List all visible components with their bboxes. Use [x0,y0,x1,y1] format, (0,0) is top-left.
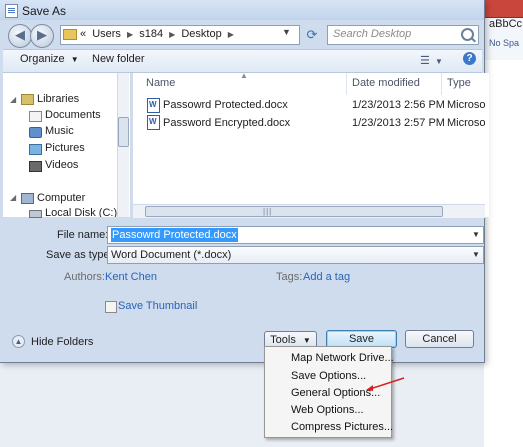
dialog-titlebar [0,0,484,20]
expand-arrow-icon[interactable]: ◢ [10,193,16,202]
sidebar-item-music[interactable]: Music [45,125,74,137]
disk-icon [29,210,42,218]
breadcrumb-overflow[interactable]: « [80,28,86,40]
forward-button[interactable]: ▶ [30,24,54,48]
column-header-type[interactable]: Type [447,77,471,89]
background-style-gallery-text: aBbCc [489,18,523,30]
forward-arrow-icon: ▶ [37,27,47,42]
scroll-grip-icon: ||| [263,207,273,216]
breadcrumb-item-desktop[interactable]: Desktop [181,28,221,40]
document-icon [5,4,18,18]
chevron-down-icon: ▼ [70,55,79,64]
menu-item-web-options[interactable]: Web Options... [291,404,364,416]
table-row-date: 1/23/2013 2:56 PM [352,99,445,111]
new-folder-button[interactable]: New folder [92,53,145,65]
folder-icon [63,29,77,40]
documents-icon [29,111,42,122]
file-name-value[interactable]: Passowrd Protected.docx [111,228,238,242]
save-thumbnail-label[interactable]: Save Thumbnail [118,300,197,312]
sort-ascending-icon: ▲ [240,71,248,80]
address-dropdown-icon[interactable]: ▼ [282,27,291,37]
chevron-down-icon: ▼ [434,57,443,66]
authors-label: Authors: [64,271,105,283]
column-separator[interactable] [441,73,442,95]
sidebar-item-videos[interactable]: Videos [45,159,78,171]
save-as-type-label: Save as type: [46,249,113,261]
menu-item-map-network-drive[interactable]: Map Network Drive... [291,352,394,364]
table-row-type: Microsoft [447,99,485,111]
help-icon[interactable]: ? [463,52,476,65]
organize-label: Organize [20,53,65,65]
breadcrumb-item-users[interactable]: Users [92,28,121,40]
breadcrumb-separator: ▶ [126,30,134,39]
change-view-button[interactable]: ☰ ▼ [420,54,443,67]
column-header-name[interactable]: Name [146,77,175,89]
expand-arrow-icon[interactable]: ◢ [10,95,16,104]
background-close-button[interactable] [484,0,523,18]
navigation-scroll-thumb[interactable] [118,117,129,147]
search-placeholder: Search Desktop [333,28,412,40]
tools-label: Tools [270,334,296,346]
sidebar-item-libraries[interactable]: Libraries [37,93,79,105]
tags-label: Tags: [276,271,303,283]
chevron-down-icon[interactable]: ▼ [472,230,480,239]
word-document-icon [147,115,160,130]
background-app-window [484,0,523,447]
search-icon[interactable] [461,28,474,41]
table-row-date: 1/23/2013 2:57 PM [352,117,445,129]
cancel-button[interactable]: Cancel [405,330,474,348]
sidebar-item-computer[interactable]: Computer [37,192,85,204]
annotation-arrow-icon [366,377,405,391]
computer-icon [21,193,34,204]
organize-button[interactable]: Organize ▼ [20,53,79,65]
column-separator[interactable] [346,73,347,95]
dialog-title: Save As [22,4,67,18]
file-name-label: File name: [57,229,109,241]
file-list [133,73,489,217]
breadcrumb-separator: ▶ [227,30,234,39]
back-button[interactable]: ◀ [8,24,32,48]
column-header-date-modified[interactable]: Date modified [352,77,420,89]
menu-item-compress-pictures[interactable]: Compress Pictures... [291,421,393,433]
breadcrumb-separator: ▶ [169,30,176,39]
authors-value[interactable]: Kent Chen [105,271,157,283]
background-style-name-text: No Spa [489,38,520,48]
videos-icon [29,161,42,172]
hide-folders-icon[interactable]: ▲ [12,335,25,348]
save-thumbnail-checkbox[interactable] [105,301,117,313]
table-row-name[interactable]: Passowrd Protected.docx [163,99,288,111]
menu-item-save-options[interactable]: Save Options... [291,370,366,382]
table-row-type: Microsoft [447,117,485,129]
chevron-down-icon[interactable]: ▼ [472,250,480,259]
horizontal-scroll-thumb[interactable] [145,206,443,217]
sidebar-item-documents[interactable]: Documents [45,109,101,121]
view-options-icon: ☰ [420,55,430,67]
breadcrumb-item-user[interactable]: s184 [139,28,163,40]
breadcrumb: « Users ▶ s184 ▶ Desktop ▶ [80,28,237,40]
word-document-icon [147,98,160,113]
refresh-icon[interactable]: ⟳ [302,25,322,45]
hide-folders-button[interactable]: Hide Folders [31,336,93,348]
save-as-type-value: Word Document (*.docx) [111,249,232,261]
sidebar-item-local-disk[interactable]: Local Disk (C:) [45,207,117,217]
sidebar-item-pictures[interactable]: Pictures [45,142,85,154]
back-arrow-icon: ◀ [15,27,25,42]
library-icon [21,94,34,105]
pictures-icon [29,144,42,155]
chevron-down-icon: ▼ [302,336,311,345]
music-icon [29,127,42,138]
tags-value[interactable]: Add a tag [303,271,350,283]
table-row-name[interactable]: Password Encrypted.docx [163,117,290,129]
